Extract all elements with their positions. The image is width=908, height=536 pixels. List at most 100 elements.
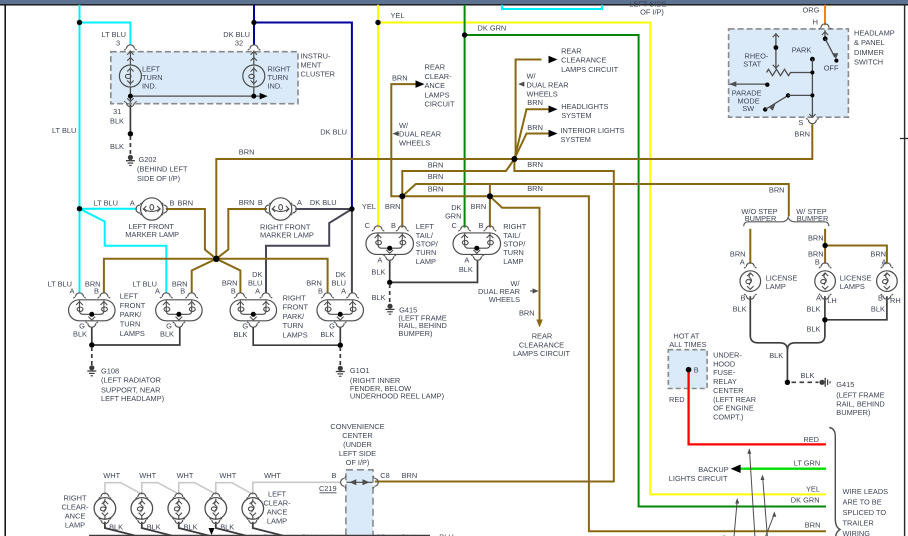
svg-text:LT BLU: LT BLU <box>48 280 72 289</box>
svg-text:SW: SW <box>742 104 754 113</box>
svg-text:G415: G415 <box>836 380 854 389</box>
svg-text:INSTRU-: INSTRU- <box>301 52 332 61</box>
svg-text:BRN: BRN <box>769 185 785 194</box>
svg-text:RED: RED <box>669 395 685 404</box>
svg-text:BRN: BRN <box>402 471 418 480</box>
svg-text:H: H <box>813 18 818 27</box>
svg-text:CLUSTER: CLUSTER <box>301 70 336 79</box>
svg-text:CLEAR-: CLEAR- <box>263 498 291 507</box>
svg-text:BRN: BRN <box>808 234 824 243</box>
svg-text:PARK/: PARK/ <box>120 310 143 319</box>
svg-text:TRAILER: TRAILER <box>843 518 874 527</box>
svg-text:31: 31 <box>113 107 121 116</box>
svg-text:REAR: REAR <box>425 63 446 72</box>
svg-text:A: A <box>341 287 346 296</box>
svg-text:BLK: BLK <box>371 267 385 276</box>
svg-text:B: B <box>258 198 263 207</box>
svg-text:FRONT: FRONT <box>120 301 146 310</box>
svg-text:BUMPER): BUMPER) <box>398 329 432 338</box>
svg-text:G1O1: G1O1 <box>350 366 370 375</box>
svg-text:TAIL/: TAIL/ <box>416 231 434 240</box>
svg-text:LT GRN: LT GRN <box>794 458 820 467</box>
svg-text:BLK: BLK <box>110 142 124 151</box>
svg-text:LAMP: LAMP <box>503 257 523 266</box>
svg-text:LEFT: LEFT <box>268 489 287 498</box>
svg-text:A: A <box>740 258 745 267</box>
svg-text:B: B <box>815 258 820 267</box>
svg-text:DIMMER: DIMMER <box>854 48 884 57</box>
svg-text:CLEAR-: CLEAR- <box>61 503 89 512</box>
svg-text:YEL: YEL <box>391 11 405 20</box>
svg-text:WIRING: WIRING <box>843 529 871 536</box>
svg-text:YEL: YEL <box>806 484 820 493</box>
svg-text:LT BLU: LT BLU <box>133 280 157 289</box>
svg-text:A: A <box>130 198 135 207</box>
svg-text:BRN: BRN <box>239 198 255 207</box>
svg-text:RIGHT: RIGHT <box>64 493 87 502</box>
svg-text:ANCE: ANCE <box>425 81 446 90</box>
svg-text:BUMPER: BUMPER <box>797 214 829 223</box>
svg-text:B: B <box>180 287 185 296</box>
svg-text:G: G <box>329 321 335 330</box>
svg-text:(LEFT REAR: (LEFT REAR <box>713 395 756 404</box>
svg-text:LAMP: LAMP <box>766 282 786 291</box>
svg-text:BLK: BLK <box>73 330 87 339</box>
svg-text:BRN: BRN <box>527 123 543 132</box>
svg-text:FUSE-: FUSE- <box>713 368 736 377</box>
svg-text:LAMPS: LAMPS <box>120 329 145 338</box>
svg-text:BLU: BLU <box>439 533 453 536</box>
svg-text:BLK: BLK <box>234 330 248 339</box>
svg-text:G202: G202 <box>139 155 157 164</box>
svg-text:LAMPS CIRCUIT: LAMPS CIRCUIT <box>513 349 571 358</box>
svg-text:SYSTEM: SYSTEM <box>561 111 591 120</box>
svg-text:LH: LH <box>827 296 836 305</box>
svg-text:BRN: BRN <box>385 202 401 211</box>
svg-text:LIGHTS CIRCUIT: LIGHTS CIRCUIT <box>669 474 728 483</box>
svg-text:BRN: BRN <box>527 160 543 169</box>
svg-text:SIDE OF I/P): SIDE OF I/P) <box>137 174 180 183</box>
svg-text:BLK: BLK <box>147 522 161 531</box>
svg-text:OF ENGINE: OF ENGINE <box>713 404 754 413</box>
svg-text:BLU: BLU <box>263 533 277 536</box>
svg-text:C5: C5 <box>376 533 385 536</box>
svg-text:WHT: WHT <box>139 471 156 480</box>
svg-text:BLK: BLK <box>733 304 747 313</box>
svg-text:BLK: BLK <box>109 522 123 531</box>
svg-text:GRN: GRN <box>445 211 461 220</box>
svg-text:WHT: WHT <box>103 471 120 480</box>
svg-text:C: C <box>452 221 458 230</box>
svg-text:OF I/P): OF I/P) <box>346 458 370 467</box>
svg-text:ALL TIMES: ALL TIMES <box>669 340 706 349</box>
svg-text:WHT: WHT <box>219 471 236 480</box>
svg-text:TURN: TURN <box>283 321 304 330</box>
svg-text:SYSTEM: SYSTEM <box>561 135 591 144</box>
svg-text:CLEARANCE: CLEARANCE <box>519 340 564 349</box>
svg-text:RELAY: RELAY <box>713 377 737 386</box>
svg-text:LEFT: LEFT <box>120 292 139 301</box>
svg-text:BLU: BLU <box>401 533 415 536</box>
svg-text:BRN: BRN <box>471 202 487 211</box>
svg-text:B: B <box>741 293 746 302</box>
svg-text:BRN: BRN <box>239 148 255 157</box>
svg-text:BRN: BRN <box>527 184 543 193</box>
svg-text:WHT: WHT <box>264 471 281 480</box>
svg-text:BACKUP: BACKUP <box>698 465 728 474</box>
svg-text:BLK: BLK <box>801 371 815 380</box>
svg-text:BRN: BRN <box>428 161 444 170</box>
svg-text:RH: RH <box>890 296 901 305</box>
svg-text:(BEHIND LEFT: (BEHIND LEFT <box>137 165 188 174</box>
svg-text:LEFT: LEFT <box>416 222 435 231</box>
svg-text:HEADLAMP: HEADLAMP <box>854 29 895 38</box>
svg-text:FRONT: FRONT <box>283 303 309 312</box>
svg-text:WHT: WHT <box>177 471 194 480</box>
svg-text:MARKER LAMP: MARKER LAMP <box>260 231 314 240</box>
svg-text:MARKER LAMP: MARKER LAMP <box>125 230 179 239</box>
svg-text:(UNDER: (UNDER <box>343 440 372 449</box>
svg-text:LAMP: LAMP <box>65 521 85 530</box>
svg-text:LT BLU: LT BLU <box>52 126 76 135</box>
svg-text:LEFT HEADLAMP): LEFT HEADLAMP) <box>101 394 164 403</box>
svg-text:YEL: YEL <box>362 202 376 211</box>
svg-text:& PANEL: & PANEL <box>854 38 885 47</box>
svg-text:MENT: MENT <box>301 61 322 70</box>
svg-text:LAMPS: LAMPS <box>425 90 450 99</box>
